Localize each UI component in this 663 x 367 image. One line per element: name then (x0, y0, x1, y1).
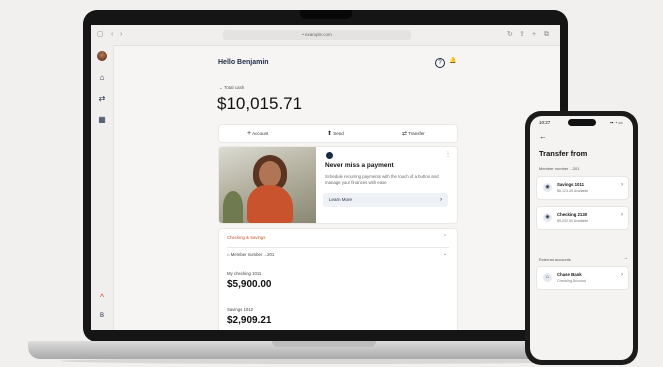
chevron-right-icon: › (621, 212, 623, 218)
checking-icon: ◉ (543, 213, 552, 222)
total-cash-text: Total cash (223, 85, 245, 90)
account-card[interactable]: ◉ Checking 2130 $9,432.50 Available › (536, 206, 629, 230)
member-label: Member number ...201 (230, 252, 275, 257)
account-balance: $5,900.00 (227, 279, 272, 290)
laptop-camera-notch (300, 10, 352, 19)
savings-icon: ◉ (543, 183, 552, 192)
bell-icon[interactable]: 🔔 (449, 57, 456, 64)
transfer-button[interactable]: ⇄ Transfer (402, 125, 425, 142)
send-label: Send (333, 131, 344, 136)
new-tab-icon[interactable]: + (532, 31, 536, 39)
promo-title: Never miss a payment (325, 162, 394, 169)
promo-description: Schedule recurring payments with the tou… (325, 174, 439, 185)
external-account-name: Chase Bank (557, 272, 582, 277)
sidebar-icon[interactable]: ▢ (97, 31, 104, 39)
forward-icon[interactable]: › (120, 31, 122, 39)
action-bar: + Account ⬆ Send ⇄ Transfer (218, 124, 458, 143)
calendar-icon (326, 152, 333, 159)
transfer-icon: ⇄ (402, 131, 408, 137)
tabs-icon[interactable]: ⧉ (544, 31, 549, 39)
more-icon[interactable]: ⋮ (445, 151, 451, 158)
back-icon[interactable]: ‹ (111, 31, 113, 39)
dynamic-island (568, 119, 596, 126)
external-accounts-label: External accounts (539, 257, 571, 262)
transfer-icon[interactable]: ⇄ (97, 94, 107, 104)
photo-plant (223, 191, 243, 223)
brand-logo-icon: ^ (99, 292, 105, 302)
back-arrow-icon[interactable]: ← (539, 132, 547, 141)
learn-more-button[interactable]: Learn More › (323, 193, 448, 207)
phone-title: Transfer from (539, 149, 588, 158)
home-icon[interactable]: ⌂ (97, 73, 107, 83)
chevron-right-icon: › (621, 182, 623, 188)
account-name[interactable]: My checking 1011 (227, 271, 261, 276)
status-time: 10:27 (539, 120, 551, 125)
total-cash-amount: $10,015.71 (217, 94, 303, 113)
account-card-name: Savings 1011 (557, 182, 584, 187)
chevron-up-icon[interactable]: ⌃ (443, 234, 447, 240)
phone-member-label: Member number ...201 (539, 166, 580, 171)
promo-photo (219, 147, 316, 223)
plus-icon: + (247, 130, 252, 137)
laptop-base-lip (272, 341, 376, 347)
promo-card: ⋮ Never miss a payment Schedule recurrin… (218, 146, 458, 224)
total-cash-label: ⌄ Total cash (219, 85, 244, 91)
external-account-type: Checking Account (557, 279, 586, 283)
greeting: Hello Benjamin (218, 59, 269, 66)
member-row[interactable]: ⌂ Member number ...201 (227, 252, 274, 257)
laptop-screen: ▢ ‹ › • example.com ↻ ⇪ + ⧉ ⌂ ⇄ ▦ ^ B He… (91, 25, 560, 330)
add-account-button[interactable]: + Account (247, 125, 268, 142)
arrow-right-icon[interactable]: → (623, 255, 628, 261)
chevron-right-icon: › (440, 197, 442, 203)
account-balance: $2,909.21 (227, 315, 272, 326)
phone-screen: 10:27 ▪▪ ◔ ▭ ← Transfer from Member numb… (530, 116, 633, 360)
bank-icon: ⌂ (543, 273, 552, 282)
chevron-down-icon[interactable]: ⌄ (443, 251, 447, 257)
status-icons: ▪▪ ◔ ▭ (610, 120, 623, 125)
account-name[interactable]: Savings 1012 (227, 307, 253, 312)
photo-sweater (247, 185, 293, 223)
send-icon: ⬆ (327, 131, 333, 137)
help-icon[interactable]: ? (435, 58, 445, 68)
chevron-right-icon: › (621, 272, 623, 278)
address-bar[interactable]: • example.com (223, 30, 411, 40)
phone-frame: 10:27 ▪▪ ◔ ▭ ← Transfer from Member numb… (525, 111, 638, 365)
bottom-icon[interactable]: B (97, 311, 107, 321)
account-card-available: $9,432.50 Available (557, 219, 589, 223)
photo-face (259, 161, 281, 187)
grid-icon[interactable]: ▦ (97, 115, 107, 125)
share-icon[interactable]: ⇪ (519, 31, 525, 39)
account-card-name: Checking 2130 (557, 212, 588, 217)
accounts-panel: Checking & Savings ⌃ ⌂ Member number ...… (218, 228, 458, 330)
learn-more-label: Learn More (329, 197, 353, 202)
transfer-label: Transfer (408, 131, 425, 136)
app-sidebar: ⌂ ⇄ ▦ ^ B (91, 45, 114, 330)
section-header[interactable]: Checking & Savings (227, 235, 265, 240)
browser-toolbar: ▢ ‹ › • example.com ↻ ⇪ + ⧉ (91, 25, 560, 46)
external-account-card[interactable]: ⌂ Chase Bank Checking Account › (536, 266, 629, 290)
account-card-available: $6,123.45 Available (557, 189, 589, 193)
add-account-label: Account (252, 131, 269, 136)
divider (227, 247, 449, 248)
avatar[interactable] (97, 51, 107, 61)
reload-icon[interactable]: ↻ (507, 31, 513, 39)
send-button[interactable]: ⬆ Send (327, 125, 344, 142)
account-card[interactable]: ◉ Savings 1011 $6,123.45 Available › (536, 176, 629, 200)
